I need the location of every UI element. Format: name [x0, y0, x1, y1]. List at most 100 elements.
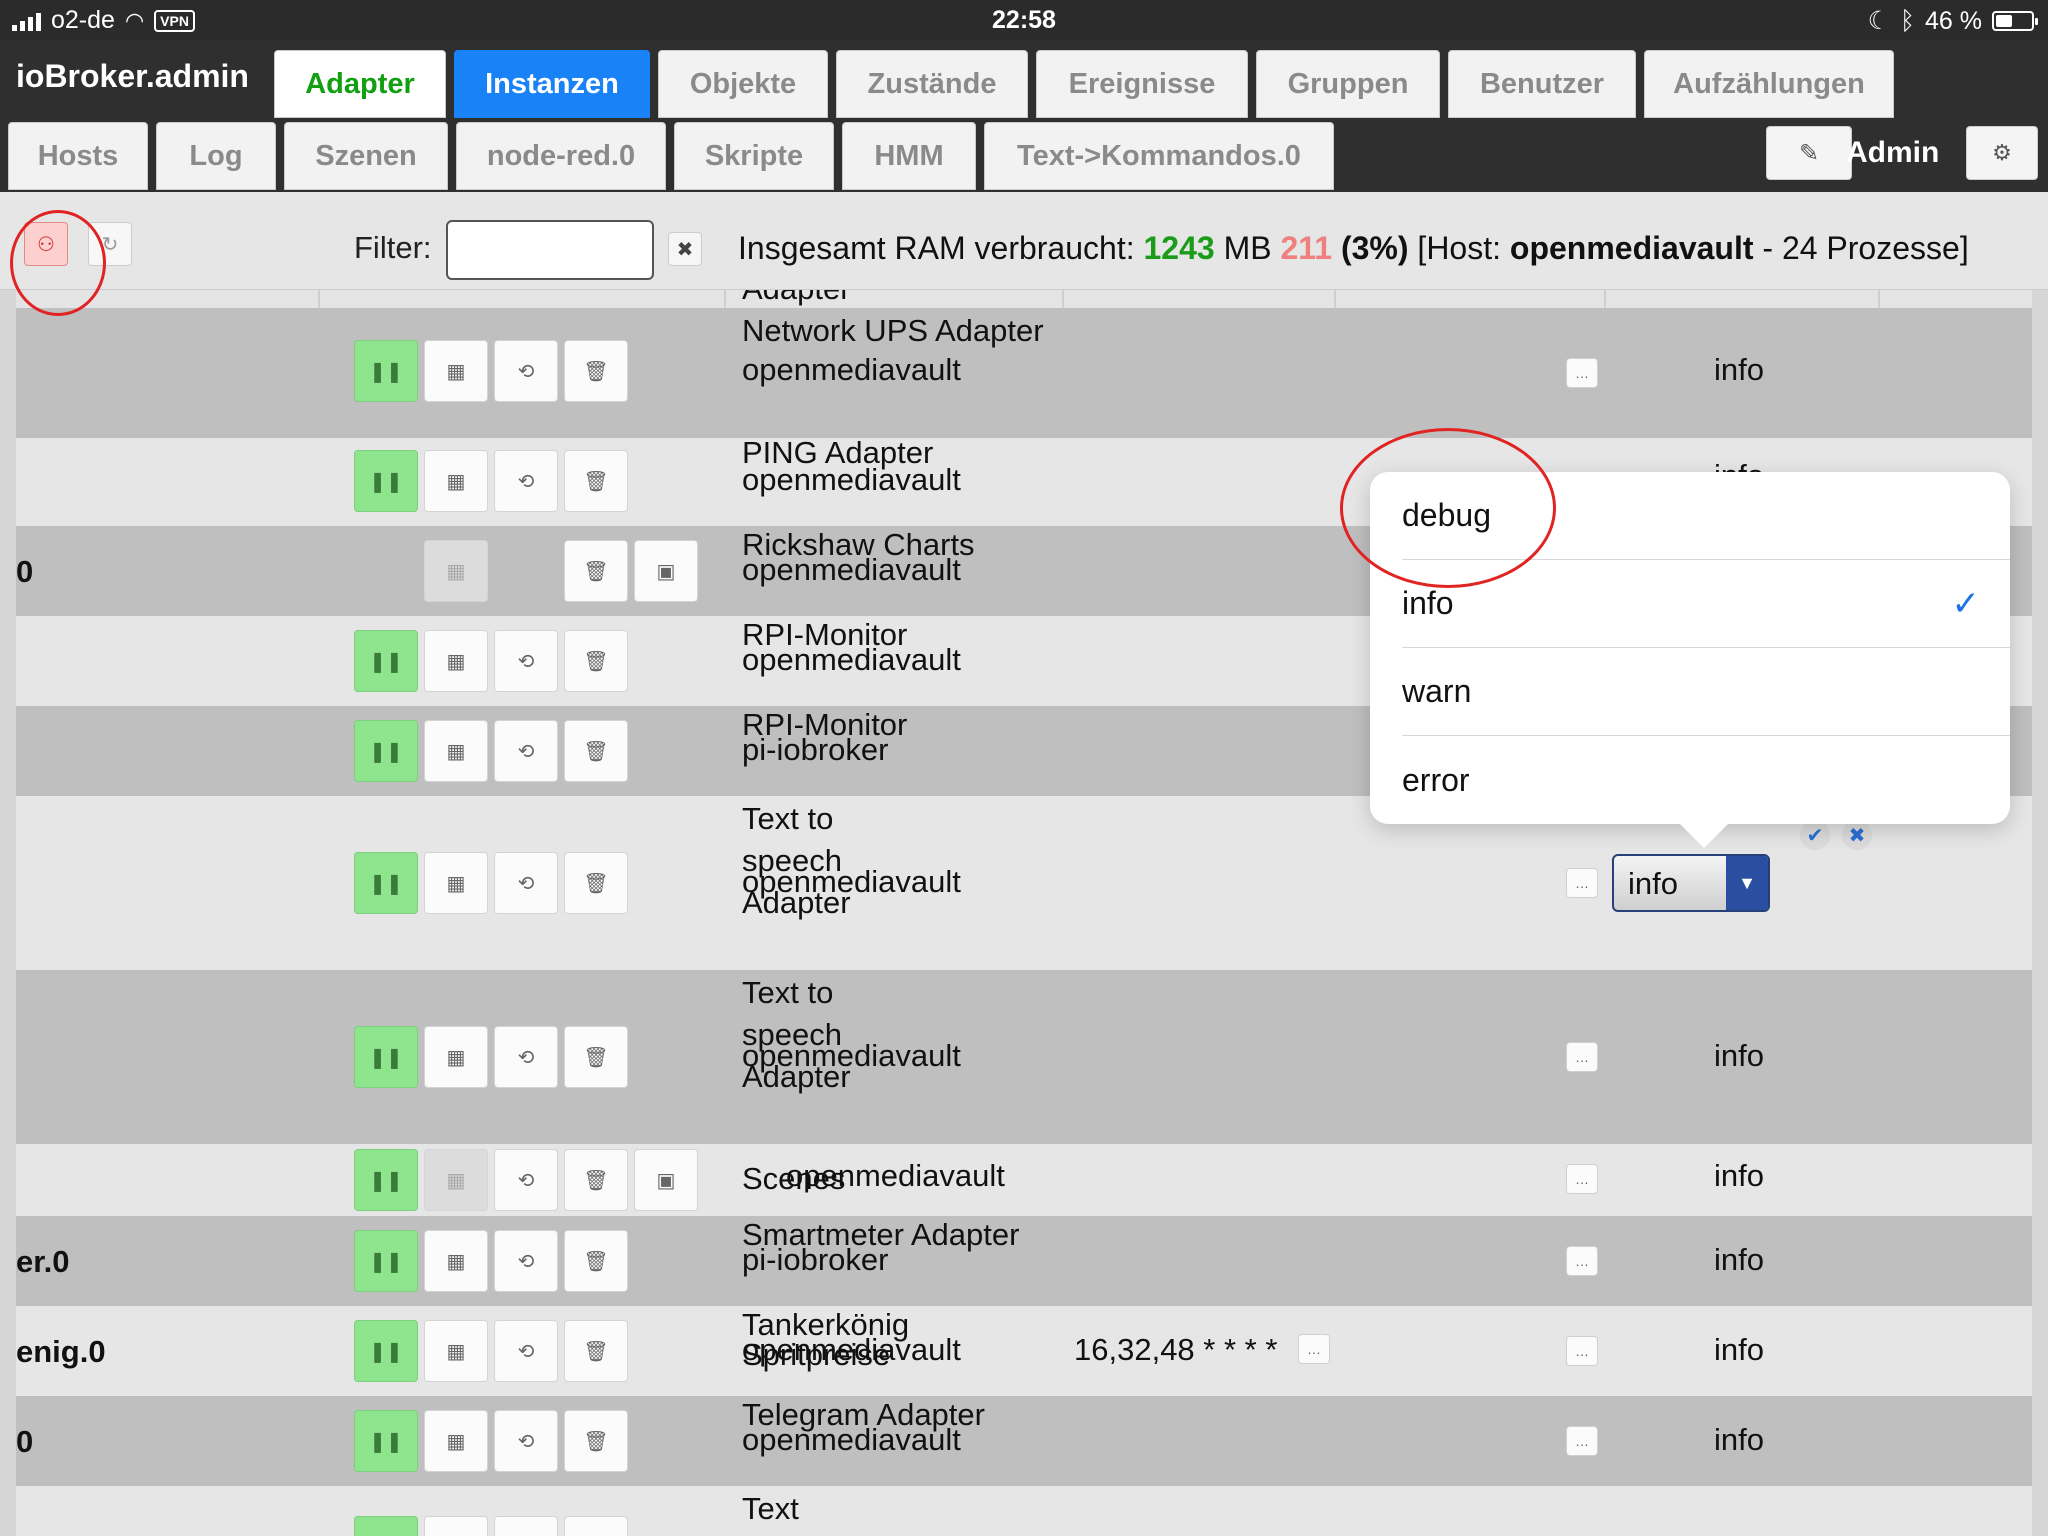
trash-icon: 🗑 [583, 872, 609, 895]
delete-button[interactable]: 🗑 [564, 450, 628, 512]
log-level: info [1714, 352, 1764, 387]
instance-host: openmediavault [742, 462, 961, 497]
stop-button[interactable]: ▦ [424, 630, 488, 692]
trash-icon: 🗑 [583, 1340, 609, 1363]
cancel-button[interactable]: ✖ [1842, 820, 1872, 850]
option-error[interactable]: error [1402, 736, 2010, 824]
more-button[interactable]: … [1566, 1336, 1598, 1366]
stop-button[interactable]: ▦ [424, 1026, 488, 1088]
tab-zustaende[interactable]: Zustände [836, 50, 1028, 118]
restart-button[interactable]: ⟲ [494, 1230, 558, 1292]
stop-button[interactable]: ▦ [424, 1410, 488, 1472]
image-button[interactable]: ▣ [634, 1149, 698, 1211]
tab-node-red[interactable]: node-red.0 [456, 122, 666, 190]
restart-button[interactable]: ⟲ [494, 450, 558, 512]
tab-instanzen[interactable]: Instanzen [454, 50, 650, 118]
delete-button[interactable]: 🗑 [564, 1149, 628, 1211]
pause-button[interactable]: ❚❚ [354, 1320, 418, 1382]
pause-icon: ❚❚ [369, 1430, 403, 1453]
instance-id: enig.0 [16, 1334, 106, 1369]
tab-adapter[interactable]: Adapter [274, 50, 446, 118]
trash-icon: 🗑 [583, 470, 609, 493]
stop-button[interactable]: ▦ [424, 1230, 488, 1292]
pause-button[interactable]: ❚❚ [354, 340, 418, 402]
host-prefix: [Host: [1417, 230, 1501, 266]
pause-button[interactable]: ❚❚ [354, 852, 418, 914]
restart-button[interactable]: ⟲ [494, 852, 558, 914]
tab-benutzer[interactable]: Benutzer [1448, 50, 1636, 118]
ellipsis-icon: … [1575, 1253, 1589, 1269]
delete-button[interactable]: 🗑 [564, 1026, 628, 1088]
stop-button[interactable]: ▦ [424, 540, 488, 602]
pause-button[interactable]: ❚❚ [354, 1516, 418, 1536]
pause-button[interactable]: ❚❚ [354, 450, 418, 512]
settings-button[interactable]: ⚙ [1966, 126, 2038, 180]
restart-button[interactable]: ⟲ [494, 720, 558, 782]
restart-button[interactable]: ⟲ [494, 1149, 558, 1211]
option-label: warn [1402, 673, 1472, 709]
pause-button[interactable]: ❚❚ [354, 1149, 418, 1211]
tab-objekte[interactable]: Objekte [658, 50, 828, 118]
app-title: ioBroker.admin [16, 58, 249, 94]
delete-button[interactable]: 🗑 [564, 1410, 628, 1472]
confirm-button[interactable]: ✔ [1800, 820, 1830, 850]
option-warn[interactable]: warn [1402, 648, 2010, 736]
more-button[interactable]: … [1566, 1164, 1598, 1194]
delete-button[interactable]: 🗑 [564, 1320, 628, 1382]
more-button[interactable]: … [1566, 1042, 1598, 1072]
tab-skripte[interactable]: Skripte [674, 122, 834, 190]
stop-button[interactable]: ▦ [424, 1149, 488, 1211]
delete-button[interactable]: 🗑 [564, 630, 628, 692]
delete-button[interactable]: 🗑 [564, 340, 628, 402]
filter-input[interactable] [446, 220, 654, 280]
tab-ereignisse[interactable]: Ereignisse [1036, 50, 1248, 118]
tab-hosts[interactable]: Hosts [8, 122, 148, 190]
restart-button[interactable]: ⟲ [494, 1320, 558, 1382]
delete-button[interactable]: 🗑 [564, 720, 628, 782]
tab-szenen[interactable]: Szenen [284, 122, 448, 190]
tab-gruppen[interactable]: Gruppen [1256, 50, 1440, 118]
more-button[interactable]: … [1566, 1246, 1598, 1276]
pause-button[interactable]: ❚❚ [354, 1026, 418, 1088]
tab-hmm[interactable]: HMM [842, 122, 976, 190]
schedule-edit-button[interactable]: … [1298, 1334, 1330, 1364]
more-button[interactable]: … [1566, 1426, 1598, 1456]
stop-button[interactable]: ▦ [424, 340, 488, 402]
stop-button[interactable]: ▦ [424, 1516, 488, 1536]
stop-button[interactable]: ▦ [424, 450, 488, 512]
restart-button[interactable]: ⟲ [494, 340, 558, 402]
delete-button[interactable]: 🗑 [564, 1516, 628, 1536]
image-button[interactable]: ▣ [634, 540, 698, 602]
restart-button[interactable]: ⟲ [494, 1026, 558, 1088]
host-suffix: - 24 Prozesse] [1762, 230, 1969, 266]
restart-button[interactable]: ⟲ [494, 1410, 558, 1472]
host-name: openmediavault [1509, 230, 1754, 266]
instance-host: openmediavault [742, 864, 961, 899]
edit-user-button[interactable]: ✎ [1766, 126, 1852, 180]
instance-id: 0 [16, 554, 34, 589]
delete-button[interactable]: 🗑 [564, 540, 628, 602]
more-button[interactable]: … [1566, 868, 1598, 898]
delete-button[interactable]: 🗑 [564, 852, 628, 914]
log-level-select[interactable]: info ▼ [1612, 854, 1770, 912]
pause-button[interactable]: ❚❚ [354, 1230, 418, 1292]
stop-icon: ▦ [446, 1340, 466, 1363]
tab-log[interactable]: Log [156, 122, 276, 190]
instances-toolbar: ⚇ ↻ Filter: ✖ Insgesamt RAM verbraucht: … [0, 192, 2048, 290]
restart-icon: ⟲ [517, 1250, 535, 1273]
restart-button[interactable]: ⟲ [494, 1516, 558, 1536]
tab-aufzaehlungen[interactable]: Aufzählungen [1644, 50, 1894, 118]
filter-clear-button[interactable]: ✖ [668, 232, 702, 266]
delete-button[interactable]: 🗑 [564, 1230, 628, 1292]
restart-button[interactable]: ⟲ [494, 630, 558, 692]
pause-button[interactable]: ❚❚ [354, 1410, 418, 1472]
stop-button[interactable]: ▦ [424, 852, 488, 914]
log-level: info [1714, 1038, 1764, 1073]
stop-button[interactable]: ▦ [424, 1320, 488, 1382]
stop-button[interactable]: ▦ [424, 720, 488, 782]
more-button[interactable]: … [1566, 358, 1598, 388]
pause-button[interactable]: ❚❚ [354, 630, 418, 692]
checkmark-icon: ✓ [1951, 584, 1981, 623]
pause-button[interactable]: ❚❚ [354, 720, 418, 782]
tab-text-kommandos[interactable]: Text->Kommandos.0 [984, 122, 1334, 190]
